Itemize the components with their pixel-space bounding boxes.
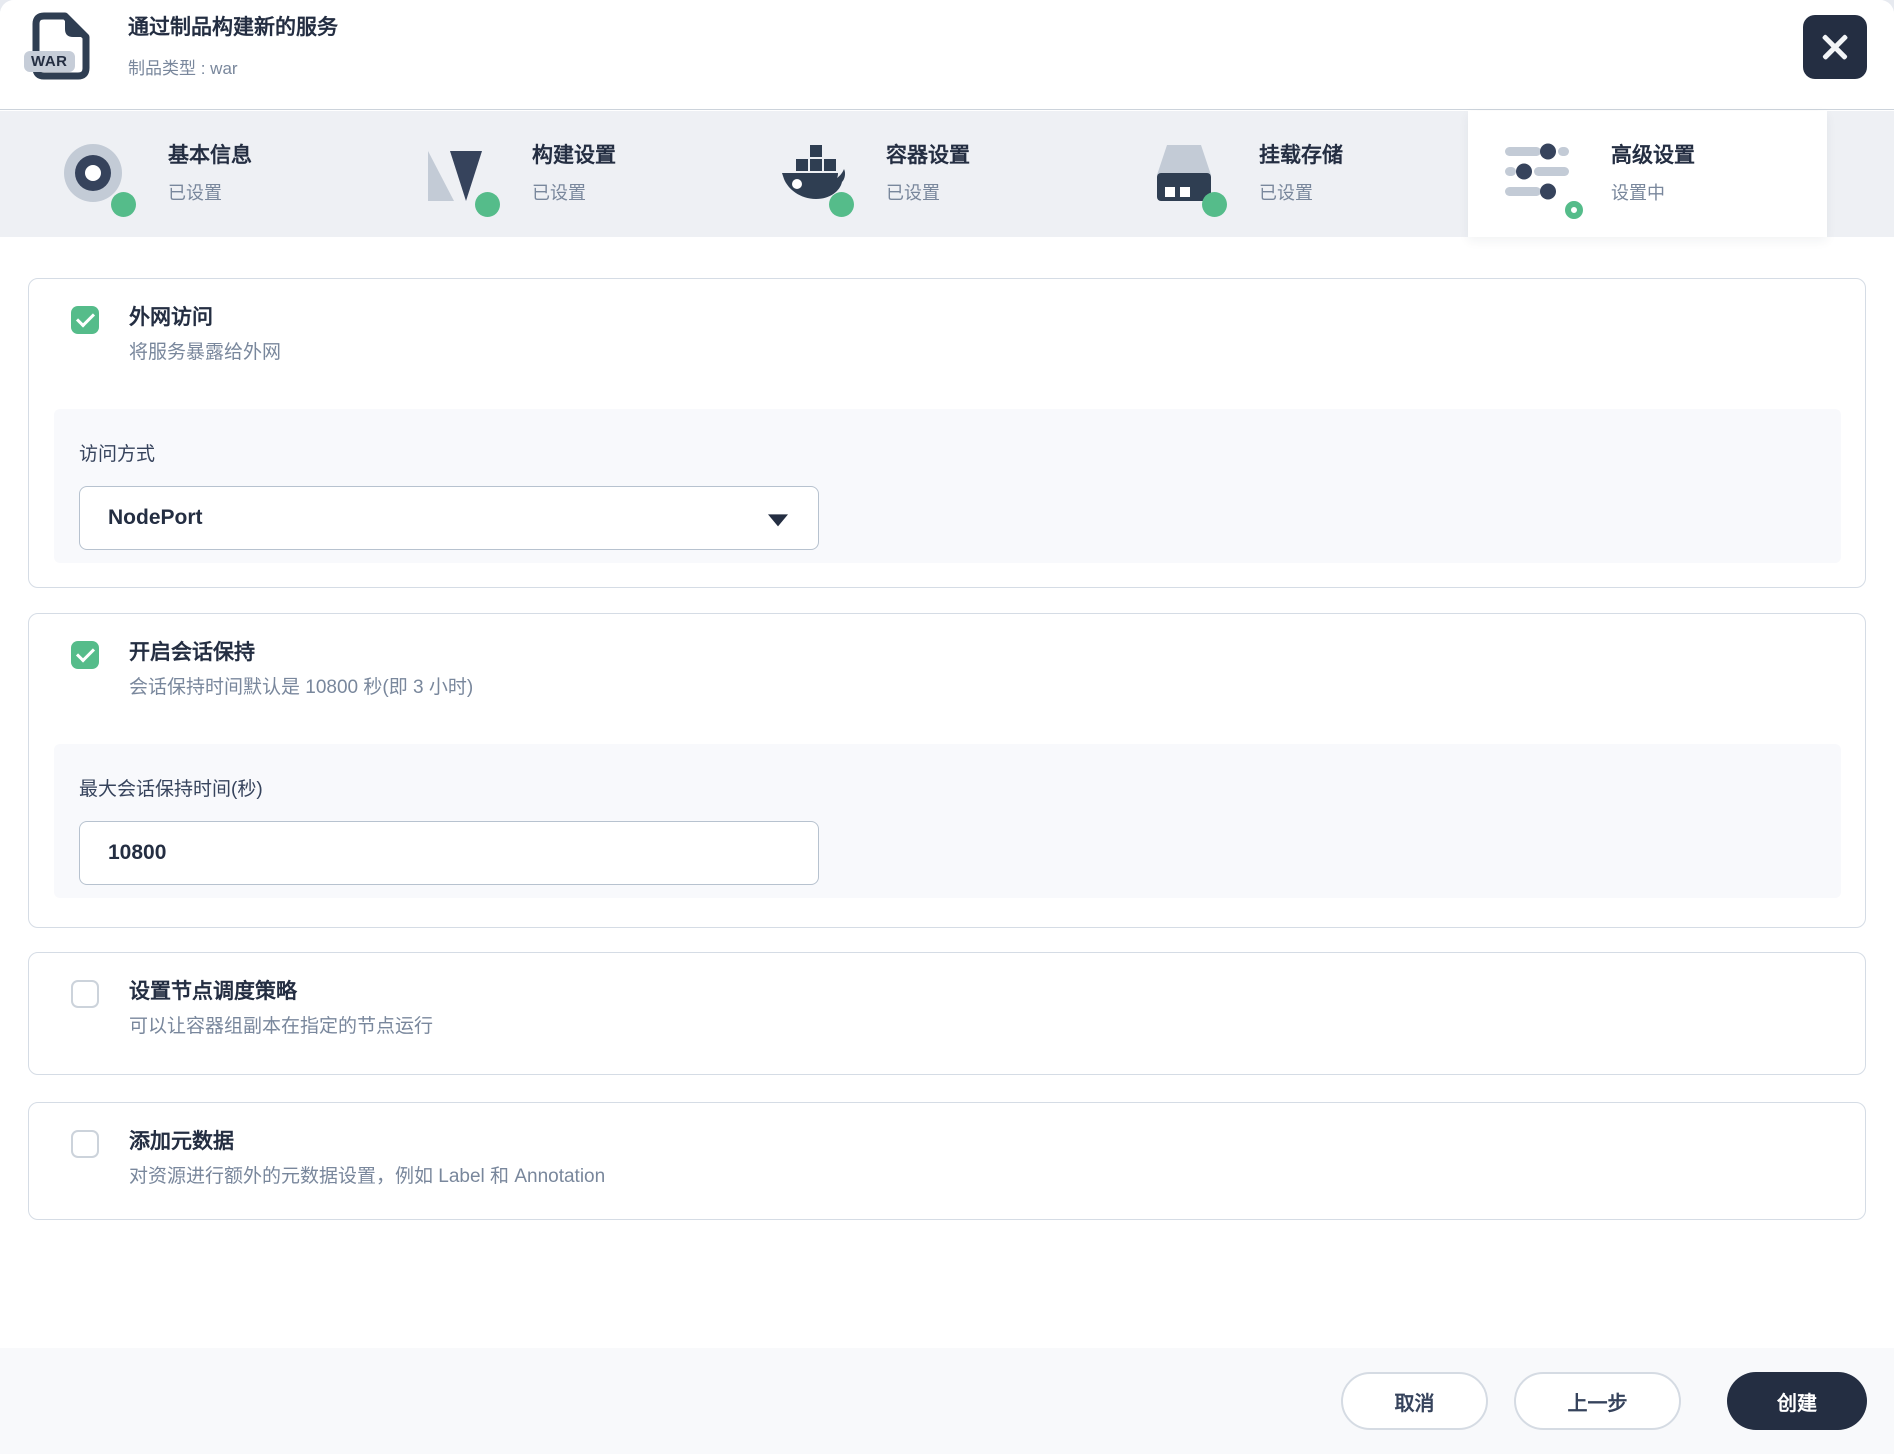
step-done-indicator (111, 192, 136, 217)
tab-mount-storage[interactable]: 挂载存储 已设置 (1153, 111, 1343, 237)
session-persistence-checkbox[interactable] (71, 641, 99, 669)
tab-label: 高级设置 (1611, 144, 1695, 167)
tab-status: 设置中 (1611, 183, 1665, 203)
step-in-progress-indicator (1565, 201, 1583, 219)
tab-advanced-settings[interactable]: 高级设置 设置中 (1505, 111, 1695, 237)
modal-header: WAR 通过制品构建新的服务 制品类型 : war (0, 0, 1894, 110)
tab-label: 挂载存储 (1259, 144, 1343, 167)
container-settings-icon (780, 143, 854, 217)
add-metadata-checkbox[interactable] (71, 1130, 99, 1158)
section-desc: 将服务暴露给外网 (129, 342, 282, 363)
modal-footer: 取消 上一步 创建 (0, 1348, 1894, 1454)
create-button[interactable]: 创建 (1727, 1372, 1867, 1430)
access-mode-value: NodePort (108, 506, 203, 529)
modal-title: 通过制品构建新的服务 (128, 16, 338, 39)
advanced-settings-icon (1505, 143, 1583, 219)
close-icon (1820, 32, 1850, 62)
tab-label: 容器设置 (886, 144, 970, 167)
tab-label: 构建设置 (532, 144, 616, 167)
session-timeout-input[interactable] (79, 821, 819, 885)
previous-step-button[interactable]: 上一步 (1514, 1372, 1681, 1430)
header-text: 通过制品构建新的服务 制品类型 : war (128, 15, 338, 79)
tab-build-settings[interactable]: 构建设置 已设置 (426, 111, 616, 237)
step-done-indicator (829, 192, 854, 217)
basic-info-icon (62, 143, 136, 217)
tab-status: 已设置 (532, 183, 586, 203)
build-settings-icon (426, 143, 500, 217)
tab-status: 已设置 (168, 183, 222, 203)
access-mode-panel: 访问方式 NodePort (54, 409, 1841, 563)
close-button[interactable] (1803, 15, 1867, 79)
session-persistence-card: 开启会话保持 会话保持时间默认是 10800 秒(即 3 小时) 最大会话保持时… (28, 613, 1866, 928)
access-mode-select[interactable]: NodePort (79, 486, 819, 550)
section-title: 设置节点调度策略 (129, 980, 297, 1003)
create-service-modal: WAR 通过制品构建新的服务 制品类型 : war 基本信息 已设置 构建设置 … (0, 0, 1894, 1454)
section-desc: 对资源进行额外的元数据设置，例如 Label 和 Annotation (129, 1166, 606, 1187)
add-metadata-card: 添加元数据 对资源进行额外的元数据设置，例如 Label 和 Annotatio… (28, 1102, 1866, 1220)
tab-status: 已设置 (1259, 183, 1313, 203)
section-title: 外网访问 (129, 306, 213, 329)
session-timeout-label: 最大会话保持时间(秒) (79, 779, 263, 800)
section-title: 添加元数据 (129, 1130, 234, 1153)
section-desc: 可以让容器组副本在指定的节点运行 (129, 1016, 434, 1037)
tab-label: 基本信息 (168, 144, 252, 167)
node-scheduling-checkbox[interactable] (71, 980, 99, 1008)
external-access-checkbox[interactable] (71, 306, 99, 334)
steps-tabbar: 基本信息 已设置 构建设置 已设置 容器设置 已设置 挂载存储 已设置 高级设置… (0, 111, 1894, 237)
section-title: 开启会话保持 (129, 641, 255, 664)
modal-subtitle: 制品类型 : war (128, 59, 238, 78)
access-mode-label: 访问方式 (79, 444, 156, 465)
node-scheduling-card: 设置节点调度策略 可以让容器组副本在指定的节点运行 (28, 952, 1866, 1075)
war-file-icon: WAR (24, 12, 90, 80)
step-done-indicator (1202, 192, 1227, 217)
step-done-indicator (475, 192, 500, 217)
external-access-card: 外网访问 将服务暴露给外网 访问方式 NodePort (28, 278, 1866, 588)
artifact-type-badge: WAR (24, 51, 75, 72)
tab-status: 已设置 (886, 183, 940, 203)
section-desc: 会话保持时间默认是 10800 秒(即 3 小时) (129, 677, 474, 698)
session-timeout-panel: 最大会话保持时间(秒) (54, 744, 1841, 898)
chevron-down-icon (768, 514, 788, 527)
tab-container-settings[interactable]: 容器设置 已设置 (780, 111, 970, 237)
cancel-button[interactable]: 取消 (1341, 1372, 1488, 1430)
mount-storage-icon (1153, 143, 1227, 217)
tab-basic-info[interactable]: 基本信息 已设置 (62, 111, 252, 237)
